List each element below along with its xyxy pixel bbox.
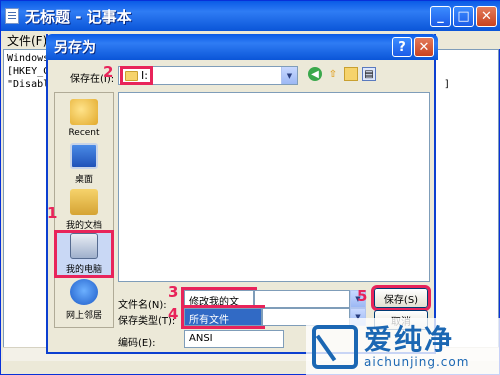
filename-label: 文件名(N):	[118, 300, 167, 311]
annotation-number: 5	[357, 287, 368, 305]
save-button[interactable]: 保存(S)	[371, 285, 431, 311]
place-recent[interactable]: Recent	[57, 99, 111, 138]
help-button[interactable]: ?	[392, 37, 412, 57]
place-my-documents[interactable]: 我的文档	[57, 189, 111, 231]
minimize-button[interactable]: _	[430, 6, 451, 27]
my-documents-icon	[70, 189, 98, 215]
annotation-number: 4	[168, 305, 179, 323]
network-places-icon	[70, 279, 98, 305]
filetype-label: 保存类型(T):	[118, 316, 176, 327]
annotation-number: 1	[47, 204, 58, 222]
filetype-select[interactable]: 所有文件	[181, 305, 265, 329]
place-label: 桌面	[74, 175, 93, 185]
place-desktop[interactable]: 桌面	[57, 143, 111, 185]
close-button[interactable]: ✕	[476, 6, 497, 27]
text-bracket: ]	[444, 79, 451, 90]
place-label: Recent	[68, 128, 100, 138]
place-my-computer[interactable]: 我的电脑	[54, 230, 114, 278]
save-as-dialog: 另存为 ? ✕ 保存在(I): I: ▼ ◀ ⇧ ▤ Recent 桌面 我的文…	[46, 34, 438, 354]
places-bar: Recent 桌面 我的文档 我的电脑 网上邻居	[54, 92, 114, 328]
watermark-en: aichunjing.com	[364, 354, 470, 369]
notepad-title: 无标题 - 记事本	[25, 7, 132, 26]
chevron-down-icon[interactable]: ▼	[281, 67, 297, 84]
dialog-toolbar: ◀ ⇧ ▤	[308, 67, 376, 81]
watermark-logo-icon	[312, 324, 358, 369]
notepad-caption-buttons: _ □ ✕	[430, 6, 497, 27]
my-computer-icon	[70, 233, 98, 259]
dialog-caption-buttons: ? ✕	[392, 37, 434, 57]
maximize-button[interactable]: □	[453, 6, 474, 27]
folder-icon	[125, 70, 138, 81]
notepad-icon	[5, 8, 19, 24]
dialog-close-button[interactable]: ✕	[414, 37, 434, 57]
encoding-label: 编码(E):	[118, 338, 156, 349]
place-label: 我的电脑	[65, 265, 102, 275]
place-label: 我的文档	[65, 221, 102, 231]
place-label: 网上邻居	[65, 311, 102, 321]
watermark-text: 爱纯净 aichunjing.com	[364, 322, 470, 369]
annotation-number: 3	[168, 283, 179, 301]
recent-icon	[70, 99, 98, 125]
dialog-titlebar[interactable]: 另存为 ? ✕	[46, 34, 438, 60]
save-in-combo[interactable]: I: ▼	[118, 66, 298, 85]
new-folder-icon[interactable]	[344, 67, 358, 81]
watermark: 爱纯净 aichunjing.com	[306, 318, 500, 375]
file-list[interactable]	[118, 92, 430, 282]
dialog-title: 另存为	[54, 40, 96, 56]
up-folder-icon[interactable]: ⇧	[326, 67, 340, 81]
filename-input[interactable]: 修改我的文档.reg	[181, 287, 257, 323]
save-in-value-box: I:	[120, 66, 153, 85]
annotation-number: 2	[103, 63, 114, 81]
desktop-icon	[70, 143, 98, 169]
save-in-value: I:	[141, 69, 148, 82]
filename-input-rest[interactable]	[254, 290, 350, 308]
watermark-cn: 爱纯净	[364, 322, 455, 356]
place-network[interactable]: 网上邻居	[57, 279, 111, 321]
view-menu-icon[interactable]: ▤	[362, 67, 376, 81]
notepad-titlebar[interactable]: 无标题 - 记事本 _ □ ✕	[1, 1, 500, 31]
encoding-select[interactable]: ANSI	[184, 330, 284, 348]
menu-file[interactable]: 文件(F)	[7, 32, 47, 49]
back-icon[interactable]: ◀	[308, 67, 322, 81]
